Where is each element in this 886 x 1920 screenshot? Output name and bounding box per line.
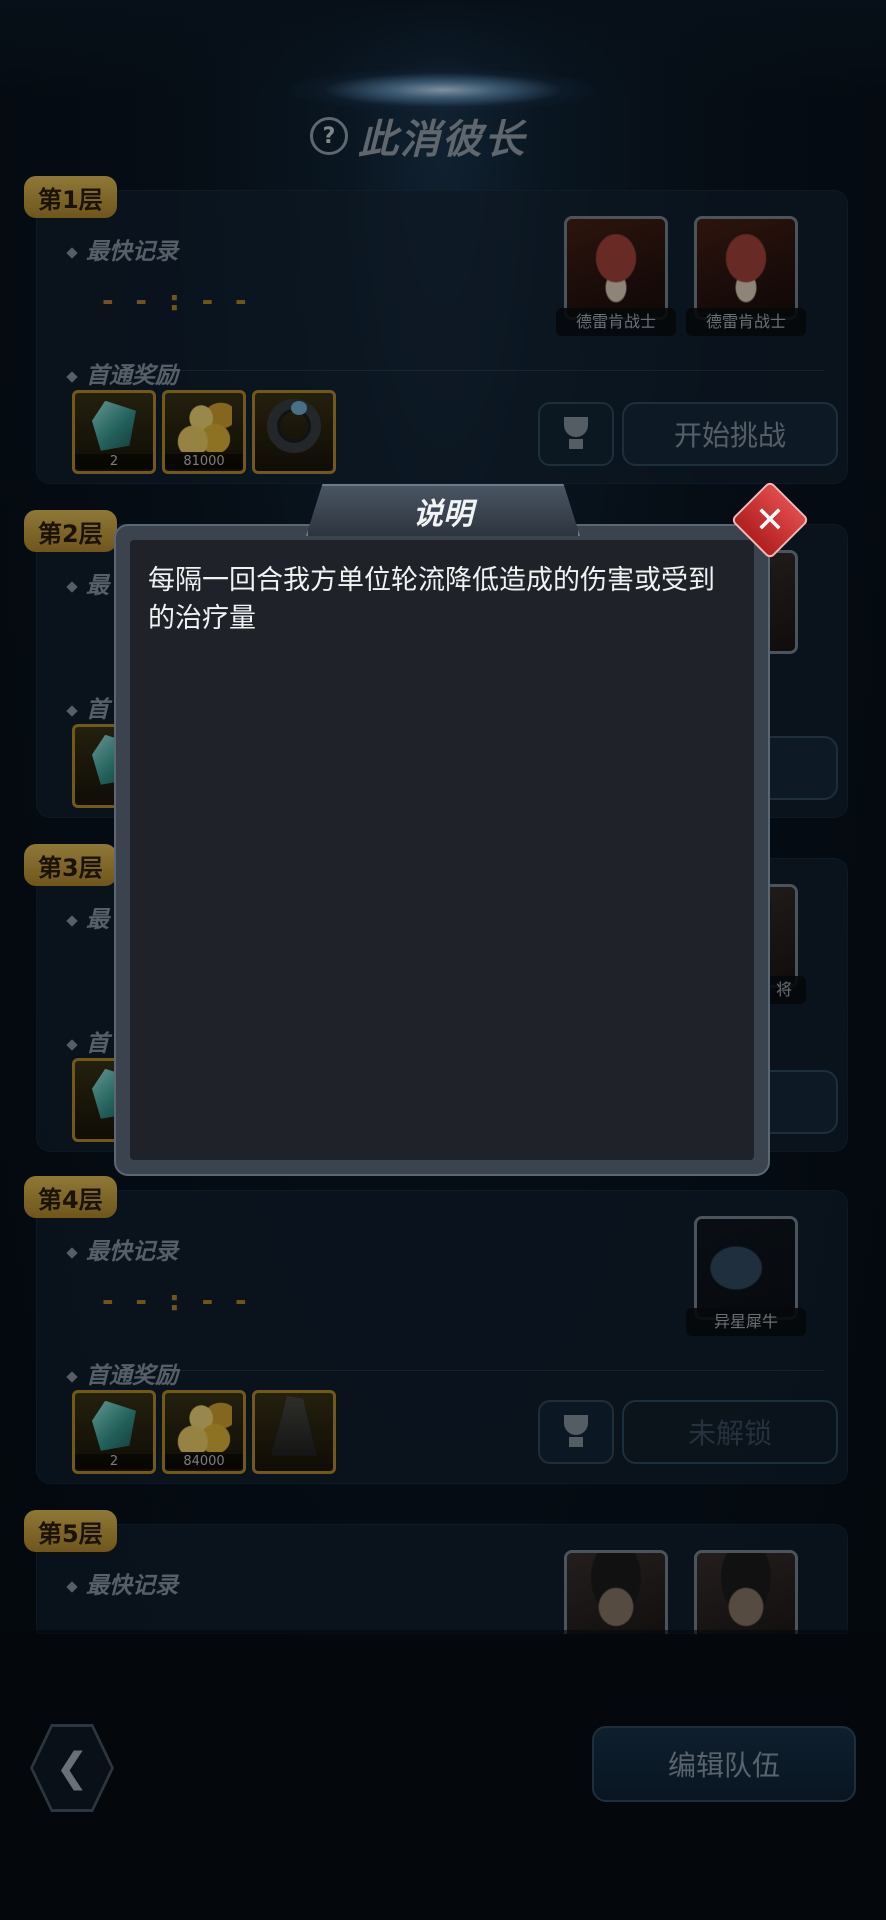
dialog-body: 每隔一回合我方单位轮流降低造成的伤害或受到的治疗量 [130,540,754,1160]
dialog-text: 每隔一回合我方单位轮流降低造成的伤害或受到的治疗量 [148,565,715,634]
close-icon: ✕ [754,499,786,541]
info-dialog: 每隔一回合我方单位轮流降低造成的伤害或受到的治疗量 [114,524,770,1176]
dialog-title: 说明 [306,484,580,536]
